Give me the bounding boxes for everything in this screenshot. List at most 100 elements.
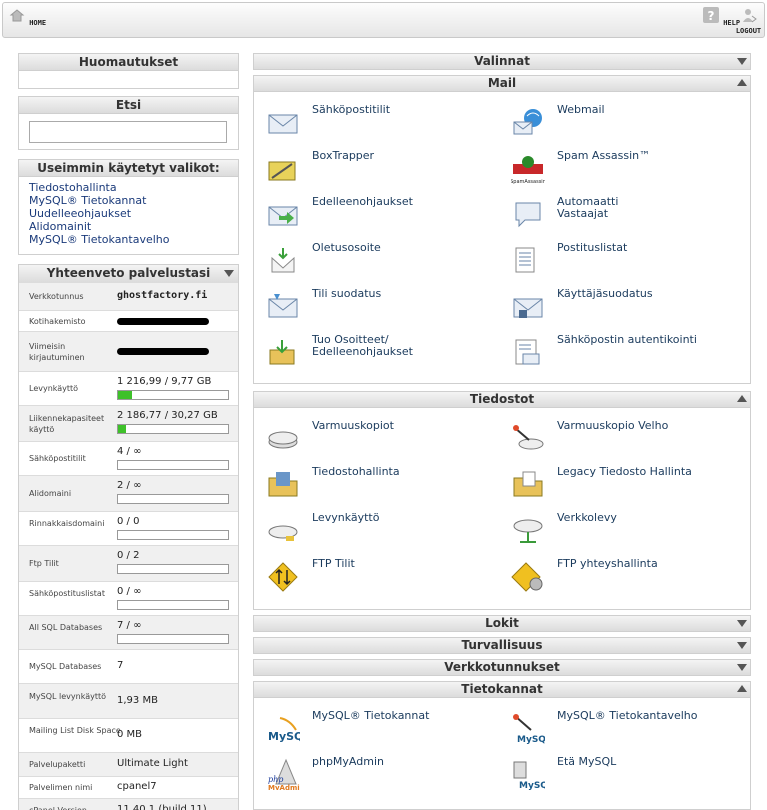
favorite-link[interactable]: MySQL® Tietokannat xyxy=(29,194,228,207)
feature-item[interactable]: Levynkäyttö xyxy=(254,510,494,550)
stats-value: 2 / ∞ xyxy=(117,480,142,491)
user-filter-icon xyxy=(513,298,543,318)
feature-item[interactable]: Tiedostohallinta xyxy=(254,464,494,504)
usage-bar xyxy=(117,390,229,400)
databases-header[interactable]: Tietokannat xyxy=(253,681,751,698)
databases-title: Tietokannat xyxy=(461,682,543,696)
stats-box: Yhteenveto palvelustasi Verkkotunnus ghos… xyxy=(18,264,239,810)
feature-item[interactable]: MySQL Etä MySQL xyxy=(499,754,739,794)
feature-item[interactable]: Legacy Tiedosto Hallinta xyxy=(499,464,739,504)
stats-row: Palvelupaketti Ultimate Light xyxy=(19,752,238,776)
stats-row: Rinnakkaisdomaini 0 / 0 xyxy=(19,511,238,545)
feature-label: Verkkolevy xyxy=(557,511,617,524)
feature-label: BoxTrapper xyxy=(312,149,375,162)
spam-assassin-icon: SpamAssassin xyxy=(511,156,545,184)
stats-value: 0 / ∞ xyxy=(117,586,142,597)
feature-item[interactable]: Edelleenohjaukset xyxy=(254,194,494,234)
stats-label: Sähköpostituslistat xyxy=(29,589,105,598)
feature-item[interactable]: Varmuuskopio Velho xyxy=(499,418,739,458)
feature-label: Automaatti Vastaajat xyxy=(557,195,619,220)
stats-value: ghostfactory.fi xyxy=(117,290,208,301)
home-button[interactable]: HOME xyxy=(9,7,46,27)
stats-row: Verkkotunnus ghostfactory.fi xyxy=(19,282,238,310)
security-header[interactable]: Turvallisuus xyxy=(253,637,751,654)
feature-item[interactable]: MySQL MySQL® Tietokantavelho xyxy=(499,708,739,748)
stats-label: Palvelupaketti xyxy=(29,760,86,769)
favorite-link[interactable]: Alidomainit xyxy=(29,220,228,233)
favorites-box: Useimmin käytetyt valikot: Tiedostohalli… xyxy=(18,159,239,255)
top-bar: HOME ? HELP LOGOUT xyxy=(2,2,765,38)
ftp-accounts-icon xyxy=(268,562,298,592)
files-title: Tiedostot xyxy=(469,392,535,406)
mail-title: Mail xyxy=(487,76,517,90)
files-panel: Varmuuskopiot Varmuuskopio Velho Tiedostoh… xyxy=(253,408,751,610)
phpmyadmin-icon: phpMyAdmin xyxy=(268,758,300,790)
feature-item[interactable]: Verkkolevy xyxy=(499,510,739,550)
stats-label: Levynkäyttö xyxy=(29,384,79,393)
svg-text:MySQL: MySQL xyxy=(519,781,545,790)
feature-label: Oletusosoite xyxy=(312,241,381,254)
feature-item[interactable]: Postituslistat xyxy=(499,240,739,280)
feature-item[interactable]: Automaatti Vastaajat xyxy=(499,194,739,234)
stats-row: Kotihakemisto xyxy=(19,310,238,331)
stats-label: cPanel Version xyxy=(29,805,121,810)
stats-value: 7 xyxy=(117,660,124,671)
stats-header[interactable]: Yhteenveto palvelustasi xyxy=(19,265,238,282)
remote-mysql-icon: MySQL xyxy=(513,761,545,790)
search-box: Etsi xyxy=(18,96,239,150)
favorite-link[interactable]: Uudelleeohjaukset xyxy=(29,207,228,220)
feature-item[interactable]: Tili suodatus xyxy=(254,286,494,326)
feature-label: Edelleenohjaukset xyxy=(312,195,413,208)
stats-value: cpanel7 xyxy=(117,781,157,792)
feature-item[interactable]: Käyttäjäsuodatus xyxy=(499,286,739,326)
home-icon xyxy=(9,9,25,22)
feature-item[interactable]: BoxTrapper xyxy=(254,148,494,188)
feature-item[interactable]: SpamAssassin Spam Assassin™ xyxy=(499,148,739,188)
usage-bar xyxy=(117,634,229,644)
favorite-link[interactable]: Tiedostohallinta xyxy=(29,181,228,194)
feature-label: Spam Assassin™ xyxy=(557,149,651,162)
feature-label: Sähköpostin autentikointi xyxy=(557,333,697,346)
logs-header[interactable]: Lokit xyxy=(253,615,751,632)
stats-row: Levynkäyttö 1 216,99 / 9,77 GB xyxy=(19,371,238,405)
feature-item[interactable]: Sähköpostin autentikointi xyxy=(499,332,739,372)
feature-item[interactable]: phpMyAdminphpMyAdmin xyxy=(254,754,494,794)
feature-label: Käyttäjäsuodatus xyxy=(557,287,653,300)
logout-label: LOGOUT xyxy=(735,27,762,35)
usage-bar-fill xyxy=(118,425,126,433)
autoresponder-icon xyxy=(515,202,541,228)
favorite-link[interactable]: MySQL® Tietokantavelho xyxy=(29,233,228,246)
feature-item[interactable]: Webmail xyxy=(499,102,739,142)
domains-header[interactable]: Verkkotunnukset xyxy=(253,659,751,676)
logout-button[interactable]: LOGOUT xyxy=(733,7,764,35)
stats-label: Alidomaini xyxy=(29,489,72,498)
feature-item[interactable]: Sähköpostitilit xyxy=(254,102,494,142)
feature-item[interactable]: FTP yhteyshallinta xyxy=(499,556,739,596)
stats-value: 0 MB xyxy=(117,729,143,740)
forwarders-icon xyxy=(268,206,298,226)
feature-item[interactable]: FTP Tilit xyxy=(254,556,494,596)
search-input[interactable] xyxy=(29,121,227,143)
feature-item[interactable]: Oletusosoite xyxy=(254,240,494,280)
svg-text:MySQL: MySQL xyxy=(517,735,545,744)
stats-row: Mailing List Disk Space 0 MB xyxy=(19,718,238,752)
feature-label: FTP Tilit xyxy=(312,557,355,570)
notes-box: Huomautukset xyxy=(18,53,239,89)
feature-label: Legacy Tiedosto Hallinta xyxy=(557,465,692,478)
feature-item[interactable]: Tuo Osoitteet/ Edelleenohjaukset xyxy=(254,332,494,372)
mail-header[interactable]: Mail xyxy=(253,75,751,92)
feature-label: Postituslistat xyxy=(557,241,628,254)
feature-label: Tiedostohallinta xyxy=(312,465,400,478)
stats-row: Viimeisin kirjautuminen xyxy=(19,331,238,371)
files-header[interactable]: Tiedostot xyxy=(253,391,751,408)
stats-value: Ultimate Light xyxy=(117,758,188,769)
stats-row: cPanel Version11.40.1 (build 11) xyxy=(19,798,238,810)
feature-item[interactable]: Varmuuskopiot xyxy=(254,418,494,458)
stats-title: Yhteenveto palvelustasi xyxy=(46,266,211,280)
stats-label: Palvelimen nimi xyxy=(29,783,93,792)
search-title: Etsi xyxy=(19,97,238,114)
import-icon xyxy=(269,340,295,365)
feature-item[interactable]: MySQL MySQL® Tietokannat xyxy=(254,708,494,748)
stats-row: Ftp Tilit 0 / 2 xyxy=(19,545,238,581)
valinnat-header[interactable]: Valinnat xyxy=(253,53,751,70)
